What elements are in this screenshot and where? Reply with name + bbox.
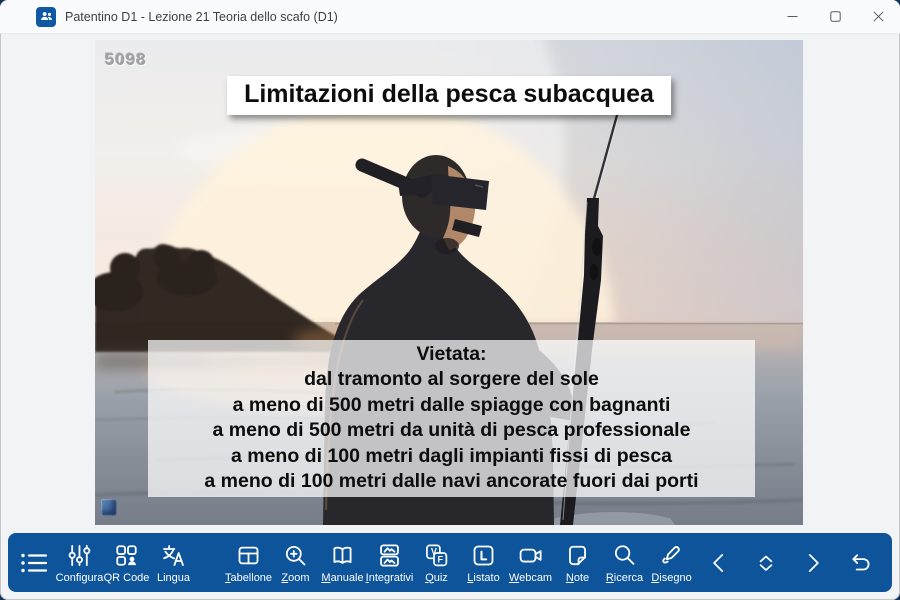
rule-line: a meno di 100 metri dalle navi ancorate … xyxy=(148,469,755,494)
slide-scroll-button[interactable] xyxy=(742,533,789,592)
slide-rules-box: Vietata: dal tramonto al sorgere del sol… xyxy=(148,340,755,497)
return-arrow-icon xyxy=(846,549,873,577)
video-camera-icon xyxy=(517,542,544,570)
toolbar-label: Lingua xyxy=(157,573,190,584)
app-people-icon xyxy=(36,7,56,27)
rule-line: a meno di 500 metri dalle spiagge con ba… xyxy=(148,393,755,418)
toolbar-listato-button[interactable]: Listato xyxy=(460,533,507,592)
slide-title: Limitazioni della pesca subacquea xyxy=(227,76,671,115)
rule-line: Vietata: xyxy=(148,342,755,367)
letter-l-square-icon xyxy=(470,542,497,570)
toolbar-label: Listato xyxy=(467,573,499,584)
bullet-list-icon xyxy=(18,549,48,577)
toolbar-label: Webcam xyxy=(509,573,552,584)
toolbar-manuale-button[interactable]: Manuale xyxy=(319,533,366,592)
toolbar-label: Disegno xyxy=(651,573,691,584)
open-book-icon xyxy=(329,542,356,570)
toolbar-label: QR Code xyxy=(104,573,150,584)
toolbar-zoom-button[interactable]: Zoom xyxy=(272,533,319,592)
chevrons-up-down-icon xyxy=(753,549,779,577)
next-slide-button[interactable] xyxy=(789,533,836,592)
pen-draw-icon xyxy=(658,542,685,570)
note-page-icon xyxy=(564,542,591,570)
toolbar-webcam-button[interactable]: Webcam xyxy=(507,533,554,592)
toolbar-label: Note xyxy=(566,573,589,584)
toolbar-integrativi-button[interactable]: Integrativi xyxy=(366,533,413,592)
rule-line: dal tramonto al sorgere del sole xyxy=(148,367,755,392)
toolbar-tabellone-button[interactable]: Tabellone xyxy=(225,533,272,592)
toolbar-label: Configura xyxy=(56,573,104,584)
window-controls xyxy=(771,0,900,33)
slide-image: 5098 Limitazioni della pesca subacquea V… xyxy=(95,40,803,525)
titlebar: Patentino D1 - Lezione 21 Teoria dello s… xyxy=(0,0,900,34)
toolbar-ricerca-button[interactable]: Ricerca xyxy=(601,533,648,592)
window-title: Patentino D1 - Lezione 21 Teoria dello s… xyxy=(65,10,338,24)
maximize-button[interactable] xyxy=(814,0,857,33)
stacked-images-icon xyxy=(376,542,403,570)
sliders-icon xyxy=(66,542,93,570)
toolbar-label: Zoom xyxy=(281,573,309,584)
toolbar: Configura QR Code xyxy=(8,533,892,592)
previous-slide-button[interactable] xyxy=(695,533,742,592)
chevron-left-icon xyxy=(706,549,732,577)
toolbar-label: Tabellone xyxy=(225,573,272,584)
toolbar-qr-code-button[interactable]: QR Code xyxy=(103,533,150,592)
desktop-backdrop: Patentino D1 - Lezione 21 Teoria dello s… xyxy=(0,0,900,600)
table-grid-icon xyxy=(235,542,262,570)
rule-line: a meno di 500 metri da unità di pesca pr… xyxy=(148,418,755,443)
svg-text:F: F xyxy=(438,555,444,565)
toolbar-group-separator xyxy=(197,533,225,592)
toolbar-label: Integrativi xyxy=(366,573,414,584)
toolbar-label: Ricerca xyxy=(606,573,643,584)
rule-line: a meno di 100 metri dagli impianti fissi… xyxy=(148,444,755,469)
qr-code-icon xyxy=(113,542,140,570)
return-button[interactable] xyxy=(836,533,883,592)
zoom-in-icon xyxy=(282,542,309,570)
true-false-cards-icon: V F xyxy=(423,542,450,570)
app-window: Patentino D1 - Lezione 21 Teoria dello s… xyxy=(0,0,900,600)
search-icon xyxy=(611,542,638,570)
translate-icon xyxy=(160,542,187,570)
toolbar-disegno-button[interactable]: Disegno xyxy=(648,533,695,592)
close-button[interactable] xyxy=(857,0,900,33)
toolbar-configura-button[interactable]: Configura xyxy=(56,533,103,592)
minimize-button[interactable] xyxy=(771,0,814,33)
toolbar-label: Manuale xyxy=(321,573,363,584)
toolbar-quiz-button[interactable]: V F Quiz xyxy=(413,533,460,592)
toolbar-menu-button[interactable] xyxy=(10,533,56,592)
toolbar-note-button[interactable]: Note xyxy=(554,533,601,592)
slide-number: 5098 xyxy=(105,50,147,70)
chevron-right-icon xyxy=(800,549,826,577)
toolbar-label: Quiz xyxy=(425,573,448,584)
slide-watermark-icon xyxy=(101,499,117,516)
toolbar-lingua-button[interactable]: Lingua xyxy=(150,533,197,592)
